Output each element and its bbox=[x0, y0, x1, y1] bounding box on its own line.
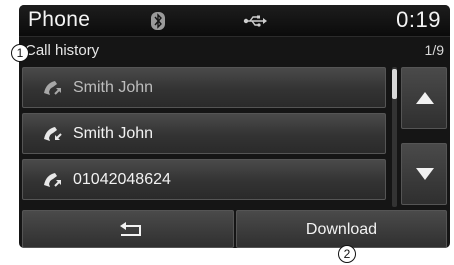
call-history-title: Call history bbox=[25, 42, 100, 59]
usb-icon bbox=[243, 14, 267, 28]
back-button[interactable] bbox=[22, 210, 234, 248]
back-icon bbox=[120, 222, 141, 236]
callout-marker-1: 1 bbox=[11, 44, 29, 62]
scroll-up-button[interactable] bbox=[401, 67, 447, 129]
status-bar: Phone 0:19 bbox=[19, 5, 450, 37]
call-list-item-label: Smith John bbox=[73, 79, 154, 96]
scroll-down-button[interactable] bbox=[401, 143, 447, 205]
subheader: Call history 1/9 bbox=[19, 37, 450, 65]
incoming-call-icon bbox=[41, 124, 63, 144]
call-list-item[interactable]: 01042048624 bbox=[22, 159, 386, 200]
call-list-item-label: Smith John bbox=[73, 125, 154, 142]
callout-marker-2: 2 bbox=[338, 245, 356, 263]
scrollbar-thumb[interactable] bbox=[392, 69, 397, 99]
bluetooth-icon bbox=[151, 12, 165, 30]
download-button[interactable]: Download bbox=[236, 210, 447, 248]
down-arrow-icon bbox=[416, 168, 434, 180]
clock: 0:19 bbox=[396, 7, 441, 32]
call-list-item-label: 01042048624 bbox=[73, 171, 171, 188]
call-list-item[interactable]: Smith John bbox=[22, 67, 386, 108]
outgoing-call-icon bbox=[41, 78, 63, 98]
page-indicator: 1/9 bbox=[424, 42, 444, 58]
call-list-item[interactable]: Smith John bbox=[22, 113, 386, 154]
phone-screen: Phone 0:19 Call history 1/9 Smith John S… bbox=[19, 5, 450, 248]
outgoing-call-icon bbox=[41, 170, 63, 190]
up-arrow-icon bbox=[416, 92, 434, 104]
download-label: Download bbox=[305, 221, 378, 238]
app-title: Phone bbox=[28, 8, 91, 31]
